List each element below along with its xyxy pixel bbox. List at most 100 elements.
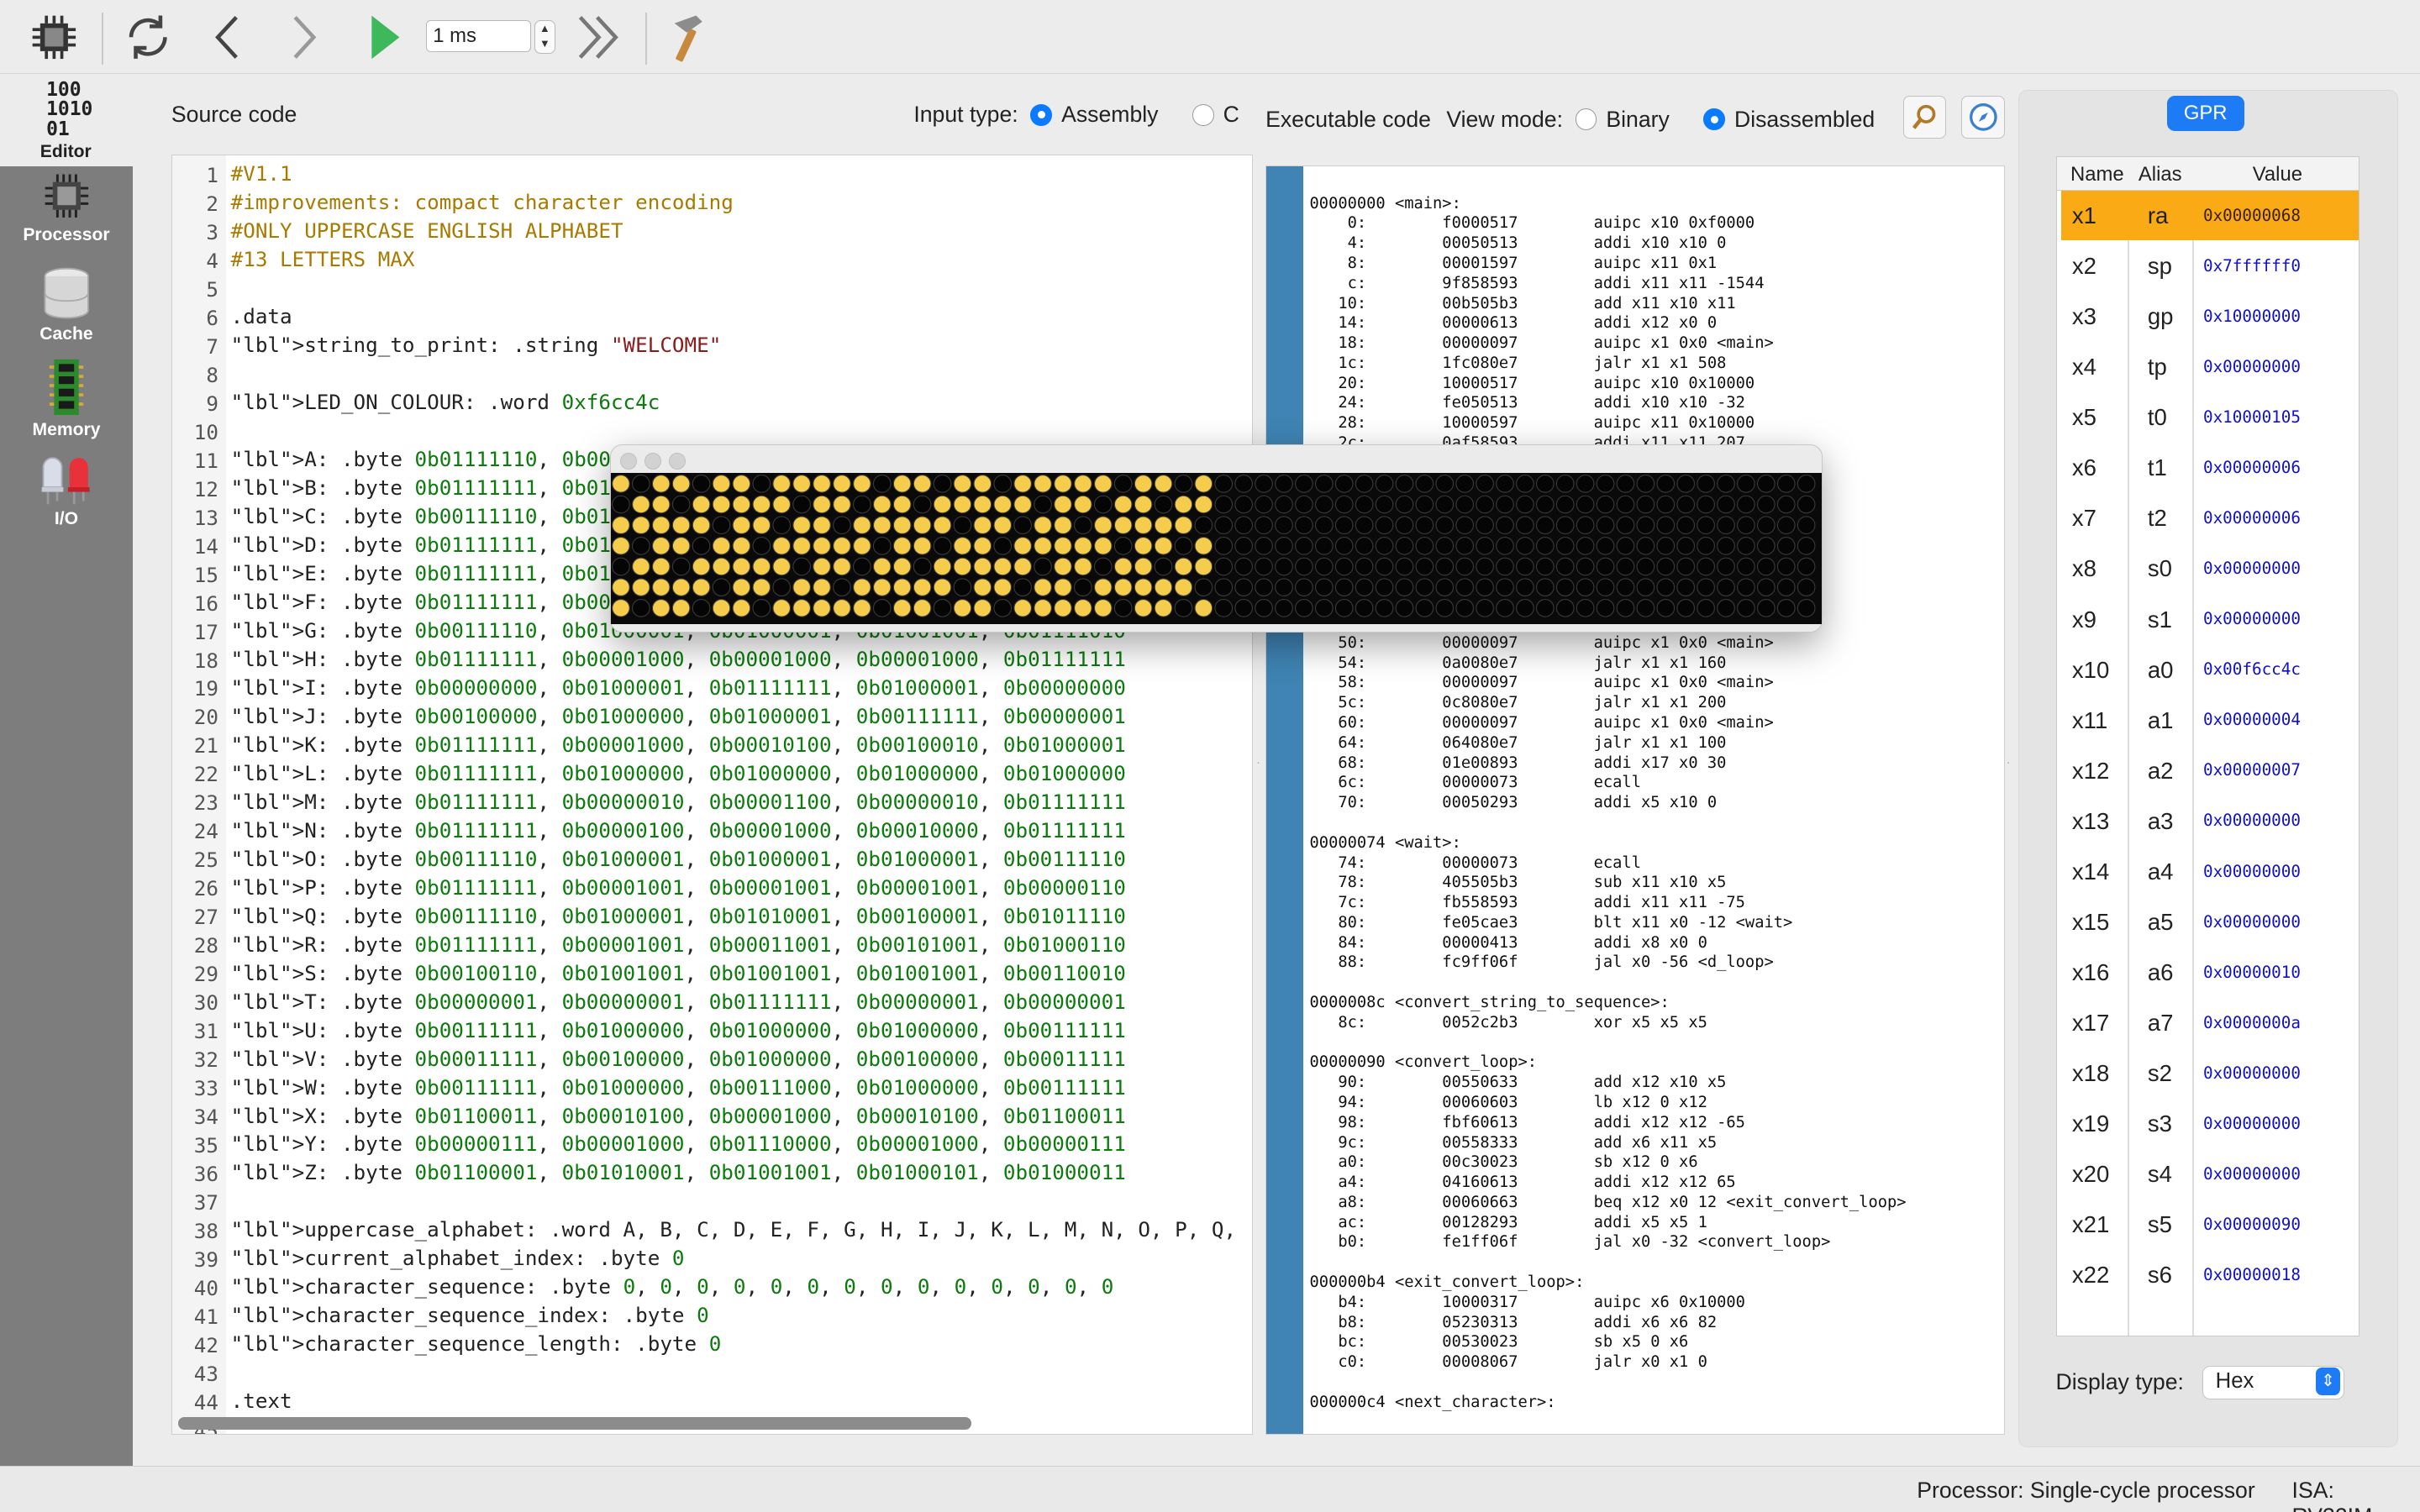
register-row[interactable]: x5 t0 0x10000105 bbox=[2061, 392, 2359, 443]
register-value[interactable]: 0x00000000 bbox=[2203, 862, 2301, 881]
disassembly-line[interactable]: 84: 00000413 addi x8 x0 0 bbox=[1310, 933, 1707, 953]
radio-assembly[interactable] bbox=[1030, 103, 1053, 126]
register-value[interactable]: 0x00000007 bbox=[2203, 760, 2301, 780]
register-row[interactable]: x7 t2 0x00000006 bbox=[2061, 493, 2359, 543]
disassembly-view[interactable]: 00000000 <main>: 0: f0000517 auipc x10 0… bbox=[1265, 165, 2005, 1436]
register-value[interactable]: 0x00000090 bbox=[2203, 1215, 2301, 1234]
disassembly-line[interactable]: b8: 05230313 addi x6 x6 82 bbox=[1310, 1313, 1717, 1333]
register-row[interactable]: x22 s6 0x00000018 bbox=[2061, 1250, 2359, 1300]
code-line[interactable]: "lbl">K: .byte 0b01111111, 0b00001000, 0… bbox=[231, 731, 1126, 759]
code-line[interactable]: "lbl">current_alphabet_index: .byte 0 bbox=[231, 1244, 685, 1273]
window-zoom-button[interactable] bbox=[669, 453, 687, 470]
register-value[interactable]: 0x00000006 bbox=[2203, 508, 2301, 528]
disassembly-line[interactable]: b0: fe1ff06f jal x0 -32 <convert_loop> bbox=[1310, 1232, 1830, 1252]
fast-forward-icon[interactable] bbox=[574, 9, 623, 65]
code-line[interactable]: "lbl">U: .byte 0b00111111, 0b01000000, 0… bbox=[231, 1016, 1126, 1045]
code-line[interactable]: "lbl">M: .byte 0b01111111, 0b00000010, 0… bbox=[231, 788, 1126, 816]
register-table[interactable]: x0zero0x00000000x1ra0x00000068x2sp0x7fff… bbox=[2055, 155, 2360, 1336]
register-row[interactable]: x18 s2 0x00000000 bbox=[2061, 1047, 2359, 1098]
disassembly-line[interactable]: 10: 00b505b3 add x11 x10 x11 bbox=[1310, 294, 1735, 314]
register-row[interactable]: x17 a7 0x0000000a bbox=[2061, 997, 2359, 1047]
column-header-value[interactable]: Value bbox=[2253, 163, 2302, 186]
register-row[interactable]: x13 a3 0x00000000 bbox=[2061, 795, 2359, 846]
register-value[interactable]: 0x00000000 bbox=[2203, 811, 2301, 830]
code-line[interactable]: "lbl">R: .byte 0b01111111, 0b00001001, 0… bbox=[231, 931, 1126, 959]
code-line[interactable]: "lbl">D: .byte 0b01111111, 0b01000 bbox=[231, 531, 648, 559]
source-editor[interactable]: 1 2 3 4 5 6 7 8 9 10 11 12 13 14 15 16 17 18 19 20 21 22 23 24 2… bbox=[171, 154, 1254, 1436]
register-value[interactable]: 0x00000000 bbox=[2203, 1063, 2301, 1083]
register-value[interactable]: 0x00000006 bbox=[2203, 458, 2301, 477]
code-line[interactable]: "lbl">LED_ON_COLOUR: .word 0xf6cc4c bbox=[231, 388, 660, 417]
disassembly-line[interactable]: 60: 00000097 auipc x1 0x0 <main> bbox=[1310, 713, 1773, 733]
disassembly-line[interactable]: 9c: 00558333 add x6 x11 x5 bbox=[1310, 1133, 1717, 1153]
disassembly-line[interactable]: c: 9f858593 addi x11 x11 -1544 bbox=[1310, 274, 1765, 294]
code-line[interactable]: "lbl">X: .byte 0b01100011, 0b00010100, 0… bbox=[231, 1102, 1126, 1131]
disassembly-line[interactable]: 68: 01e00893 addi x17 x0 30 bbox=[1310, 753, 1726, 774]
disassembly-line[interactable]: 78: 405505b3 sub x11 x10 x5 bbox=[1310, 873, 1726, 893]
register-row[interactable]: x19 s3 0x00000000 bbox=[2061, 1098, 2359, 1148]
code-line[interactable]: #V1.1 bbox=[231, 160, 292, 188]
code-line[interactable]: "lbl">W: .byte 0b00111111, 0b01000000, 0… bbox=[231, 1074, 1126, 1102]
disassembly-line[interactable]: 00000090 <convert_loop>: bbox=[1310, 1053, 1537, 1073]
window-close-button[interactable] bbox=[619, 453, 637, 470]
disassembly-line[interactable]: 00000074 <wait>: bbox=[1310, 833, 1461, 853]
column-header-name[interactable]: Name bbox=[2070, 163, 2124, 186]
disassembly-line[interactable]: 00000000 <main>: bbox=[1310, 194, 1461, 214]
disassembly-line[interactable]: a8: 00060663 beq x12 x0 12 <exit_convert… bbox=[1310, 1193, 1906, 1213]
code-line[interactable]: "lbl">T: .byte 0b00000001, 0b00000001, 0… bbox=[231, 988, 1126, 1016]
disassembly-line[interactable]: 6c: 00000073 ecall bbox=[1310, 773, 1641, 793]
disassembly-line[interactable]: 0: f0000517 auipc x10 0xf0000 bbox=[1310, 213, 1755, 234]
code-line[interactable]: "lbl">I: .byte 0b00000000, 0b01000001, 0… bbox=[231, 674, 1126, 702]
register-row[interactable]: x9 s1 0x00000000 bbox=[2061, 594, 2359, 644]
register-row[interactable]: x4 tp 0x00000000 bbox=[2061, 342, 2359, 392]
register-value[interactable]: 0x00000000 bbox=[2203, 609, 2301, 628]
disassembly-line[interactable]: c0: 00008067 jalr x0 x1 0 bbox=[1310, 1352, 1707, 1373]
disassembly-line[interactable]: 7c: fb558593 addi x11 x11 -75 bbox=[1310, 893, 1745, 913]
follow-pc-button[interactable] bbox=[1961, 95, 2005, 139]
disassembly-line[interactable]: 20: 10000517 auipc x10 0x10000 bbox=[1310, 374, 1754, 394]
register-row[interactable]: x12 a2 0x00000007 bbox=[2061, 745, 2359, 795]
register-value[interactable]: 0x00000000 bbox=[2203, 912, 2301, 932]
disassembly-line[interactable]: 88: fc9ff06f jal x0 -56 <d_loop> bbox=[1310, 953, 1773, 973]
disassembly-line[interactable]: a0: 00c30023 sb x12 0 x6 bbox=[1310, 1152, 1697, 1173]
code-line[interactable]: "lbl">L: .byte 0b01111111, 0b01000000, 0… bbox=[231, 759, 1126, 788]
step-interval-stepper[interactable]: ▲ ▼ bbox=[534, 19, 556, 55]
sidebar-item-memory[interactable]: Memory bbox=[0, 358, 133, 450]
register-row[interactable]: x1 ra 0x00000068 bbox=[2061, 190, 2360, 241]
disassembly-line[interactable]: 70: 00050293 addi x5 x10 0 bbox=[1310, 793, 1717, 813]
step-interval-input[interactable]: 1 ms bbox=[425, 19, 531, 53]
code-line[interactable]: #ONLY UPPERCASE ENGLISH ALPHABET bbox=[231, 217, 623, 245]
disassembly-line[interactable]: 64: 064080e7 jalr x1 x1 100 bbox=[1310, 733, 1726, 753]
disassembly-line[interactable]: 18: 00000097 auipc x1 0x0 <main> bbox=[1310, 333, 1773, 354]
register-row[interactable]: x2 sp 0x7ffffff0 bbox=[2061, 240, 2359, 291]
sidebar-item-editor[interactable]: 100 1010 01 Editor bbox=[0, 74, 133, 167]
disassembly-line[interactable]: 5c: 0c8080e7 jalr x1 x1 200 bbox=[1310, 693, 1726, 713]
display-type-select[interactable]: Hex bbox=[2202, 1365, 2344, 1399]
code-line[interactable]: "lbl">A: .byte 0b01111110, 0b00010 bbox=[231, 445, 648, 474]
splitter-handle[interactable]: · bbox=[1256, 756, 1262, 774]
register-row[interactable]: x21 s5 0x00000090 bbox=[2061, 1200, 2359, 1250]
register-row[interactable]: x6 t1 0x00000006 bbox=[2061, 443, 2359, 493]
register-value[interactable]: 0x00000000 bbox=[2203, 1114, 2301, 1133]
register-row[interactable]: x10 a0 0x00f6cc4c bbox=[2061, 644, 2359, 695]
disassembly-line[interactable]: 94: 00060603 lb x12 0 x12 bbox=[1310, 1093, 1707, 1113]
hammer-icon[interactable] bbox=[657, 9, 718, 65]
sidebar-item-processor[interactable]: Processor bbox=[0, 170, 133, 262]
register-value[interactable]: 0x00000018 bbox=[2203, 1265, 2301, 1284]
code-line[interactable]: "lbl">character_sequence_length: .byte 0 bbox=[231, 1330, 722, 1358]
disassembly-line[interactable]: a4: 04160613 addi x12 x12 65 bbox=[1310, 1173, 1735, 1193]
register-row[interactable]: x8 s0 0x00000000 bbox=[2061, 543, 2359, 594]
radio-c[interactable] bbox=[1192, 103, 1214, 126]
radio-binary[interactable] bbox=[1575, 108, 1597, 131]
code-line[interactable]: "lbl">F: .byte 0b01111111, 0b00001 bbox=[231, 588, 648, 617]
code-line[interactable]: "lbl">Y: .byte 0b00000111, 0b00001000, 0… bbox=[231, 1130, 1126, 1158]
code-line[interactable]: "lbl">character_sequence_index: .byte 0 bbox=[231, 1301, 709, 1330]
register-row[interactable]: x11 a1 0x00000004 bbox=[2061, 695, 2359, 745]
radio-disassembled[interactable] bbox=[1703, 108, 1725, 131]
code-line[interactable]: "lbl">Q: .byte 0b00111110, 0b01000001, 0… bbox=[231, 902, 1126, 931]
register-value[interactable]: 0x00000000 bbox=[2203, 1164, 2301, 1184]
register-row[interactable]: x15 a5 0x00000000 bbox=[2061, 896, 2359, 947]
code-line[interactable]: #improvements: compact character encodin… bbox=[231, 188, 734, 217]
disassembly-line[interactable]: 000000c4 <next_character>: bbox=[1310, 1393, 1556, 1413]
disassembly-line[interactable]: 54: 0a0080e7 jalr x1 x1 160 bbox=[1310, 654, 1726, 674]
